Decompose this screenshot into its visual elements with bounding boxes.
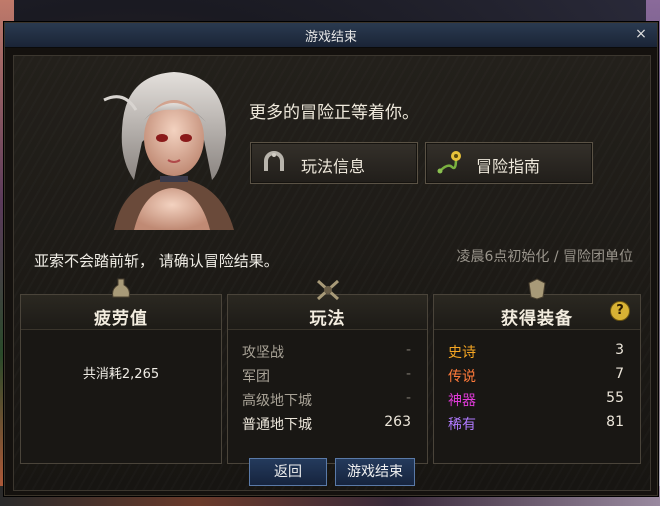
end-game-button[interactable]: 游戏结束 bbox=[335, 458, 415, 486]
fatigue-consumed: 共消耗2,265 bbox=[82, 367, 160, 382]
mode-row: 高级地下城 - bbox=[242, 390, 411, 410]
modes-title: 玩法 bbox=[309, 309, 346, 329]
fatigue-title: 疲劳值 bbox=[94, 309, 148, 329]
headline-text: 更多的冒险正等着你。 bbox=[249, 103, 419, 123]
mode-name: 高级地下城 bbox=[242, 393, 312, 409]
equipment-title: 获得装备 bbox=[501, 309, 573, 329]
play-info-button[interactable]: 玩法信息 bbox=[250, 142, 418, 184]
dialog-titlebar: 游戏结束 × bbox=[5, 23, 657, 48]
modes-card: 玩法 攻坚战 - 军团 - 高级地下城 - 普通地下城 263 bbox=[227, 279, 428, 464]
armor-icon bbox=[528, 278, 546, 300]
crossed-axes-icon bbox=[316, 279, 339, 301]
reset-note: 凌晨6点初始化 / 冒险团单位 bbox=[456, 249, 633, 265]
mode-row: 攻坚战 - bbox=[242, 342, 411, 362]
equipment-grade: 史诗 bbox=[448, 345, 476, 361]
adventure-guide-button[interactable]: 冒险指南 bbox=[425, 142, 593, 184]
mode-value: - bbox=[405, 390, 411, 406]
fatigue-card-header: 疲劳值 bbox=[21, 278, 221, 330]
equipment-count: 3 bbox=[615, 342, 624, 358]
equipment-row: 传说 7 bbox=[448, 366, 624, 386]
equipment-count: 7 bbox=[615, 366, 624, 382]
close-icon[interactable]: × bbox=[633, 25, 649, 43]
play-info-label: 玩法信息 bbox=[301, 157, 366, 176]
horseshoe-icon bbox=[264, 151, 284, 171]
dialog-body: 更多的冒险正等着你。 玩法信息 冒险指南 亚索不会踏前斩， 请确认冒险结果。 凌… bbox=[13, 55, 651, 491]
equipment-row: 史诗 3 bbox=[448, 342, 624, 362]
help-icon[interactable]: ? bbox=[610, 301, 630, 321]
equipment-count: 55 bbox=[606, 390, 624, 406]
mode-name: 攻坚战 bbox=[242, 345, 284, 361]
equipment-grade: 稀有 bbox=[448, 417, 476, 433]
potion-icon bbox=[112, 278, 130, 298]
mode-value: 263 bbox=[384, 414, 411, 430]
map-pin-icon bbox=[437, 151, 461, 174]
dialog-title: 游戏结束 bbox=[304, 30, 357, 45]
equipment-row: 稀有 81 bbox=[448, 414, 624, 434]
equipment-grade: 传说 bbox=[448, 369, 476, 385]
mode-value: - bbox=[405, 342, 411, 358]
mode-row: 普通地下城 263 bbox=[242, 414, 411, 434]
return-button[interactable]: 返回 bbox=[249, 458, 327, 486]
mode-row: 军团 - bbox=[242, 366, 411, 386]
character-portrait bbox=[103, 72, 234, 230]
equipment-card: 获得装备 ? 史诗 3 传说 7 神器 55 稀有 81 bbox=[433, 278, 641, 464]
confirmation-warning: 亚索不会踏前斩， 请确认冒险结果。 bbox=[34, 252, 279, 270]
mode-value: - bbox=[405, 366, 411, 382]
equipment-grade: 神器 bbox=[448, 393, 476, 409]
equipment-card-header: 获得装备 ? bbox=[434, 278, 640, 330]
adventure-guide-label: 冒险指南 bbox=[476, 157, 541, 176]
modes-card-header: 玩法 bbox=[228, 279, 427, 330]
game-over-dialog: 游戏结束 × 更多的冒险正等着你。 玩法信息 冒险指南 亚索不会踏前斩， 请确认… bbox=[4, 22, 658, 496]
mode-name: 普通地下城 bbox=[242, 417, 312, 433]
mode-name: 军团 bbox=[242, 369, 270, 385]
equipment-count: 81 bbox=[606, 414, 624, 430]
fatigue-card: 疲劳值 共消耗2,265 bbox=[20, 278, 222, 464]
equipment-row: 神器 55 bbox=[448, 390, 624, 410]
